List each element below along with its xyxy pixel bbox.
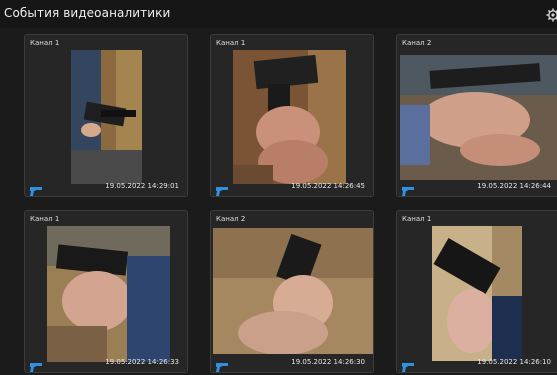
event-card[interactable]: Канал 1 19.05.2022 14:26:45 [210, 34, 374, 197]
channel-label: Канал 2 [402, 39, 432, 47]
gear-icon[interactable] [546, 7, 557, 22]
event-thumbnail [47, 226, 170, 362]
event-thumbnail [400, 55, 557, 180]
event-timestamp: 19.05.2022 14:26:30 [291, 358, 365, 366]
channel-label: Канал 1 [30, 39, 60, 47]
event-thumbnail [213, 228, 373, 354]
pistol-icon [402, 357, 414, 372]
pistol-icon [402, 181, 414, 196]
channel-label: Канал 2 [216, 215, 246, 223]
event-card[interactable]: Канал 2 19.05.2022 14:26:44 [396, 34, 557, 197]
event-thumbnail [233, 50, 346, 184]
window-header: События видеоаналитики [0, 0, 557, 28]
event-timestamp: 19.05.2022 14:26:44 [477, 182, 551, 190]
pistol-icon [216, 181, 228, 196]
event-card[interactable]: Канал 2 19.05.2022 14:26:30 [210, 210, 374, 373]
event-timestamp: 19.05.2022 14:26:33 [105, 358, 179, 366]
channel-label: Канал 1 [216, 39, 246, 47]
event-card[interactable]: Канал 1 19.05.2022 14:29:01 [24, 34, 188, 197]
event-card[interactable]: Канал 1 19.05.2022 14:26:10 [396, 210, 557, 373]
event-timestamp: 19.05.2022 14:26:10 [477, 358, 551, 366]
channel-label: Канал 1 [30, 215, 60, 223]
event-thumbnail [71, 50, 142, 184]
event-timestamp: 19.05.2022 14:26:45 [291, 182, 365, 190]
event-card[interactable]: Канал 1 19.05.2022 14:26:33 [24, 210, 188, 373]
event-thumbnail [432, 226, 522, 361]
channel-label: Канал 1 [402, 215, 432, 223]
event-timestamp: 19.05.2022 14:29:01 [105, 182, 179, 190]
pistol-icon [30, 357, 42, 372]
window-title: События видеоаналитики [4, 6, 171, 20]
pistol-icon [216, 357, 228, 372]
pistol-icon [30, 181, 42, 196]
